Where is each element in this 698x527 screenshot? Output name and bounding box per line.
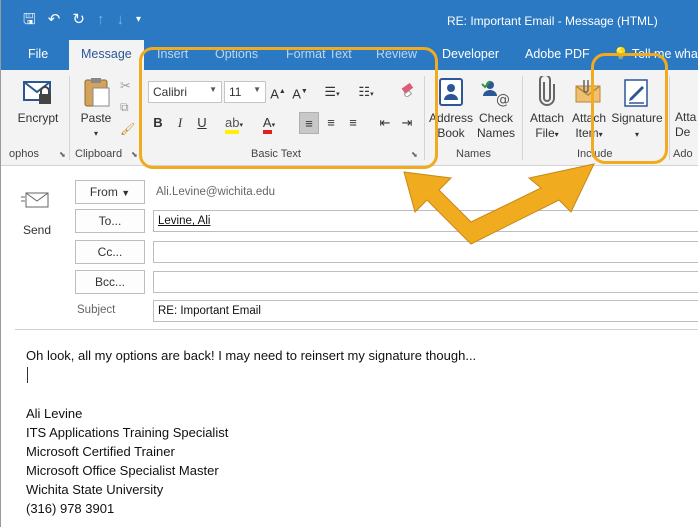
signature-callout	[591, 53, 668, 164]
basic-text-callout	[139, 47, 438, 169]
encrypt-envelope-icon	[23, 81, 51, 104]
group-separator	[69, 76, 70, 160]
message-body-first-line[interactable]: Oh look, all my options are back! I may …	[26, 348, 476, 363]
attach-file-button[interactable]: Attach File▾	[526, 76, 568, 142]
quick-access-toolbar: 🖫 ↶ ↻ ↑ ↓ ▾	[23, 12, 141, 28]
tab-developer[interactable]: Developer	[442, 47, 499, 61]
copy-icon[interactable]: ⧉	[120, 100, 129, 115]
tab-adobe-pdf[interactable]: Adobe PDF	[525, 47, 590, 61]
group-label-adobe: Ado	[673, 148, 693, 160]
from-value: Ali.Levine@wichita.edu	[156, 186, 276, 198]
group-label-names: Names	[456, 148, 491, 160]
from-button[interactable]: From ▼	[75, 180, 145, 204]
paste-label: Paste	[80, 111, 112, 125]
address-book-label-2: Book	[437, 126, 465, 140]
group-label-tags: ophos	[9, 148, 39, 160]
paste-dropdown-icon[interactable]: ▾	[76, 126, 116, 141]
outlook-message-window: 🖫 ↶ ↻ ↑ ↓ ▾ RE: Important Email - Messag…	[0, 0, 698, 527]
subject-label: Subject	[77, 304, 116, 316]
group-label-clipboard: Clipboard	[75, 148, 123, 160]
customize-qat-icon[interactable]: ▾	[136, 12, 141, 28]
subject-field[interactable]: RE: Important Email	[153, 300, 698, 322]
svg-text:@: @	[496, 92, 510, 108]
chevron-down-icon: ▾	[554, 130, 559, 139]
paste-clipboard-icon	[84, 78, 110, 107]
subject-value: RE: Important Email	[158, 305, 261, 317]
group-separator	[669, 76, 670, 160]
address-book-icon	[439, 78, 463, 106]
send-button[interactable]: Send	[15, 181, 59, 249]
save-icon[interactable]: 🖫	[23, 12, 36, 28]
signature-line-cert-2[interactable]: Microsoft Office Specialist Master	[26, 463, 219, 478]
signature-line-title[interactable]: ITS Applications Training Specialist	[26, 425, 228, 440]
bcc-button[interactable]: Bcc...	[75, 270, 145, 294]
encrypt-label: Encrypt	[17, 111, 59, 125]
attach-file-label-1: Attach	[529, 111, 565, 125]
encrypt-button[interactable]: Encrypt	[15, 76, 61, 126]
tab-file[interactable]: File	[28, 47, 48, 61]
to-field[interactable]: Levine, Ali	[153, 210, 698, 232]
tab-message[interactable]: Message	[69, 40, 144, 70]
bcc-field[interactable]	[153, 271, 698, 293]
signature-line-cert-1[interactable]: Microsoft Certified Trainer	[26, 444, 175, 459]
to-recipient[interactable]: Levine, Ali	[158, 215, 210, 227]
window-title: RE: Important Email - Message (HTML)	[447, 14, 658, 28]
redo-icon[interactable]: ↻	[72, 12, 85, 28]
to-button[interactable]: To...	[75, 209, 145, 233]
signature-line-org[interactable]: Wichita State University	[26, 482, 163, 497]
check-names-label-1: Check	[478, 111, 513, 125]
paste-button[interactable]: Paste ▾	[76, 76, 116, 141]
cut-icon[interactable]: ✂	[120, 78, 131, 94]
adobe-partial-button[interactable]: Atta De	[675, 110, 698, 140]
check-names-button[interactable]: @ Check Names	[475, 76, 517, 141]
previous-item-icon[interactable]: ↑	[97, 12, 105, 28]
undo-icon[interactable]: ↶	[48, 12, 61, 28]
chevron-down-icon: ▼	[121, 188, 131, 198]
check-names-label-2: Names	[476, 126, 515, 140]
tags-launcher-icon[interactable]: ⬊	[59, 150, 66, 159]
send-envelope-icon	[21, 192, 49, 208]
from-label: From	[89, 185, 118, 199]
send-label: Send	[22, 223, 52, 237]
cc-field[interactable]	[153, 241, 698, 263]
clipboard-launcher-icon[interactable]: ⬊	[131, 150, 138, 159]
signature-line-name[interactable]: Ali Levine	[26, 406, 82, 421]
cc-button[interactable]: Cc...	[75, 240, 145, 264]
group-separator	[522, 76, 523, 160]
text-cursor	[27, 367, 28, 383]
title-bar: 🖫 ↶ ↻ ↑ ↓ ▾ RE: Important Email - Messag…	[1, 0, 698, 40]
format-painter-icon[interactable]: 🖌	[120, 122, 135, 136]
header-divider	[15, 329, 698, 330]
signature-line-phone[interactable]: (316) 978 3901	[26, 501, 114, 516]
paperclip-icon	[539, 76, 555, 106]
check-names-icon: @	[481, 80, 510, 108]
next-item-icon[interactable]: ↓	[116, 12, 124, 28]
attach-file-label-2: File	[535, 126, 555, 140]
compose-area: Send From ▼ Ali.Levine@wichita.edu To...…	[1, 167, 698, 527]
